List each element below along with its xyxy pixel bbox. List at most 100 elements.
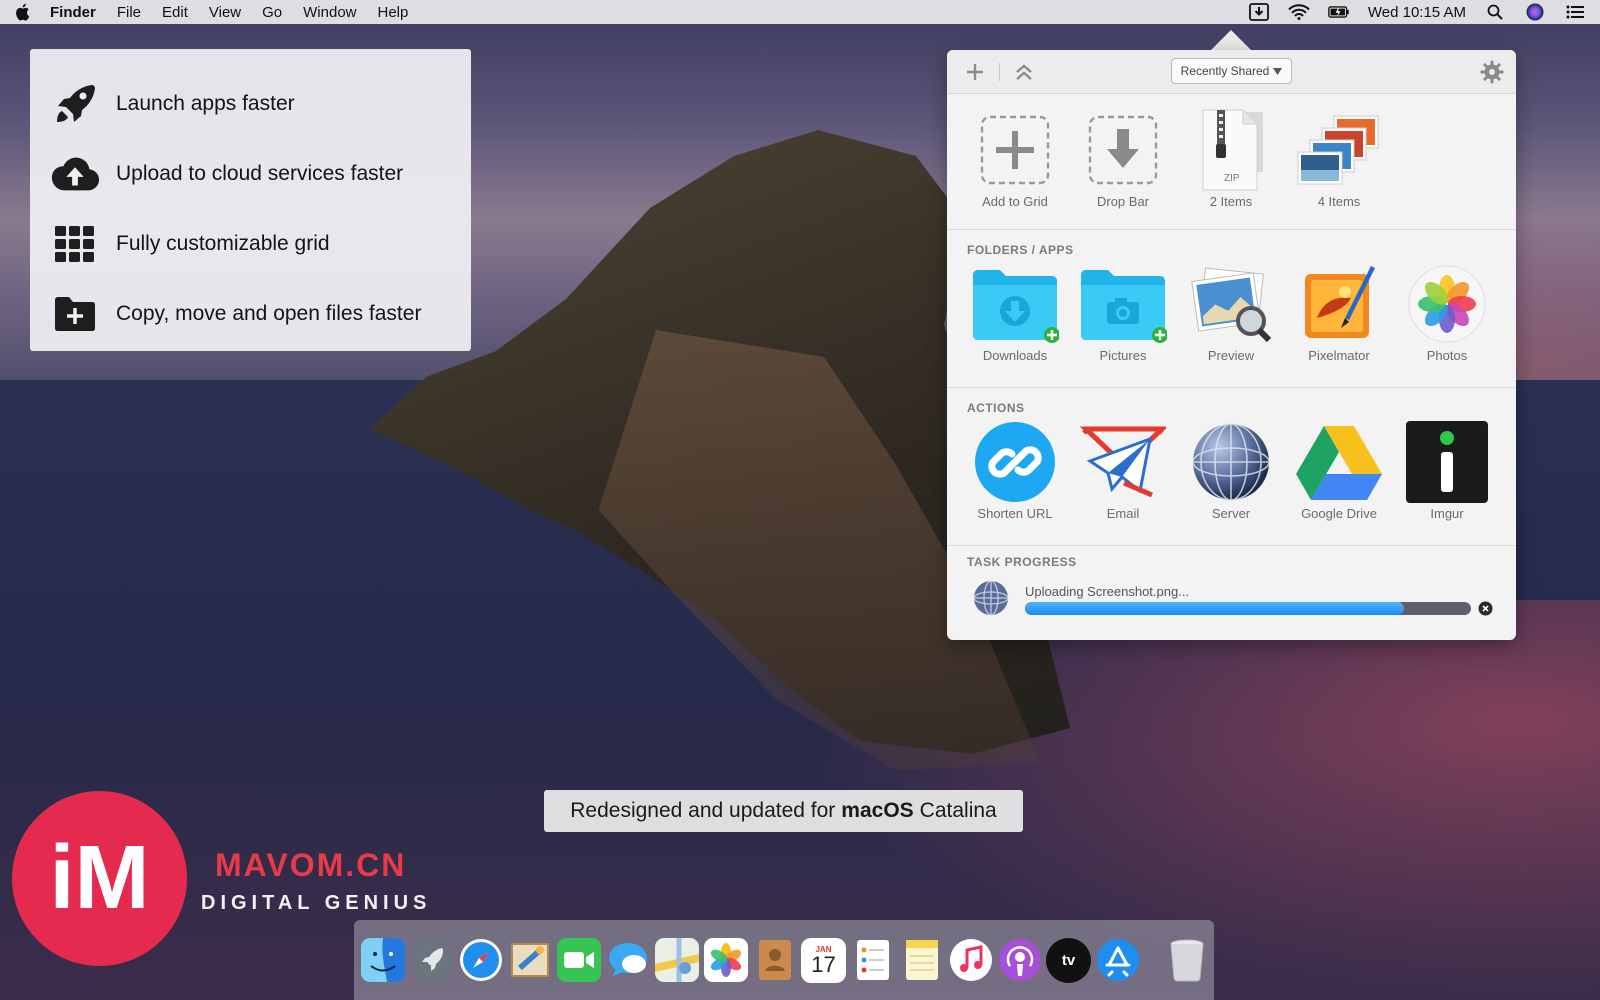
photos-app[interactable]: Photos [1393,262,1501,363]
notes-dock-icon[interactable] [899,938,944,983]
cell-label: Shorten URL [977,506,1053,521]
downloads-folder[interactable]: Downloads [961,262,1069,363]
features-card: Launch apps faster Upload to cloud servi… [30,49,471,351]
maps-dock-icon[interactable] [654,938,699,983]
drop-bar-button[interactable]: Drop Bar [1069,108,1177,209]
menu-bar: Finder File Edit View Go Window Help Wed… [0,0,1600,24]
calendar-day: 17 [811,951,836,977]
messages-dock-icon[interactable] [605,938,650,983]
launchpad-dock-icon[interactable] [409,938,454,983]
top-row-section: Add to Grid Drop Bar ZIP 2 Items 4 Items [947,94,1516,230]
google-drive-action[interactable]: Google Drive [1285,420,1393,521]
podcasts-dock-icon[interactable] [997,938,1042,983]
menu-help[interactable]: Help [378,4,409,21]
menu-go[interactable]: Go [262,4,282,21]
progress-fill [1025,602,1405,615]
cell-label: Server [1211,506,1251,521]
pictures-folder-icon [1078,262,1168,346]
cell-label: 2 Items [1209,194,1253,209]
trash-dock-icon[interactable] [1164,938,1209,983]
apple-menu-icon[interactable] [14,3,32,21]
promo-caption: Redesigned and updated for macOS Catalin… [544,790,1023,832]
caption-prefix: Redesigned and updated for [570,799,836,822]
mail-dock-icon[interactable] [507,938,552,983]
panel-toolbar: Recently Shared [947,50,1516,94]
reminders-dock-icon[interactable] [850,938,895,983]
facetime-dock-icon[interactable] [556,938,601,983]
grid-icon [50,221,100,267]
watermark-logo: iM [12,791,187,966]
recently-shared-dropdown[interactable]: Recently Shared [1171,58,1292,84]
pixelmator-app-icon [1294,262,1384,346]
music-dock-icon[interactable] [948,938,993,983]
downloads-folder-icon [970,262,1060,346]
folders-apps-section: FOLDERS / APPS Downloads Pictures Previe… [947,230,1516,388]
cell-label: Pictures [1099,348,1147,363]
safari-dock-icon[interactable] [458,938,503,983]
section-title: FOLDERS / APPS [967,243,1074,257]
pictures-folder[interactable]: Pictures [1069,262,1177,363]
collapse-chevrons-icon[interactable] [1012,60,1036,84]
chevron-down-icon [1273,64,1283,78]
imgur-action[interactable]: Imgur [1393,420,1501,521]
caption-suffix: Catalina [919,799,997,822]
folder-plus-icon [50,291,100,337]
add-plus-icon[interactable] [963,60,987,84]
add-icon [970,108,1060,192]
cell-label: Add to Grid [982,194,1048,209]
feature-text: Copy, move and open files faster [116,302,422,325]
actions-section: ACTIONS Shorten URL Email Server Google … [947,388,1516,546]
menu-window[interactable]: Window [303,4,356,21]
finder-dock-icon[interactable] [360,938,405,983]
cell-label: Google Drive [1301,506,1377,521]
calendar-dock-icon[interactable]: JAN 17 [801,937,846,983]
contacts-dock-icon[interactable] [752,938,797,983]
zip-items-button[interactable]: ZIP 2 Items [1177,108,1285,209]
menu-app-name[interactable]: Finder [50,4,96,21]
tv-label: tv [1061,951,1076,969]
spotlight-search-icon[interactable] [1484,3,1506,21]
gear-icon[interactable] [1480,60,1504,84]
menu-edit[interactable]: Edit [162,4,188,21]
image-items-button[interactable]: 4 Items [1285,108,1393,209]
wifi-icon[interactable] [1288,3,1310,21]
menu-file[interactable]: File [117,4,141,21]
watermark-tagline: DIGITAL GENIUS [201,892,432,914]
watermark-logo-text: iM [49,828,150,928]
app-store-dock-icon[interactable] [1095,938,1140,983]
menu-clock[interactable]: Wed 10:15 AM [1368,4,1466,21]
photos-dock-icon[interactable] [703,938,748,983]
server-action[interactable]: Server [1177,420,1285,521]
feature-text: Launch apps faster [116,92,295,115]
preview-app-icon [1186,262,1276,346]
menu-view[interactable]: View [209,4,241,21]
server-globe-icon [1186,420,1276,504]
toolbar-divider [999,62,1000,81]
zip-file-icon: ZIP [1186,108,1276,192]
dock: JAN 17 tv [354,920,1214,1000]
pixelmator-app[interactable]: Pixelmator [1285,262,1393,363]
cell-label: Imgur [1430,506,1464,521]
feature-text: Upload to cloud services faster [116,162,404,185]
preview-app[interactable]: Preview [1177,262,1285,363]
dropzone-status-icon[interactable] [1248,3,1270,21]
feature-upload-cloud: Upload to cloud services faster [50,139,451,209]
watermark-site: MAVOM.CN [215,847,407,883]
dropdown-label: Recently Shared [1180,64,1270,78]
cloud-upload-icon [50,151,100,197]
cell-label: Drop Bar [1096,194,1150,209]
photos-app-icon [1402,262,1492,346]
email-action[interactable]: Email [1069,420,1177,521]
cell-label: Email [1106,506,1140,521]
battery-icon[interactable] [1328,3,1350,21]
google-drive-icon [1294,420,1384,504]
cancel-task-icon[interactable] [1478,601,1493,616]
add-to-grid-button[interactable]: Add to Grid [961,108,1069,209]
feature-launch-apps: Launch apps faster [50,69,451,139]
notification-center-icon[interactable] [1564,3,1586,21]
drop-bar-icon [1078,108,1168,192]
siri-icon[interactable] [1524,3,1546,21]
appletv-dock-icon[interactable]: tv [1046,937,1091,983]
cell-label: Pixelmator [1308,348,1370,363]
shorten-url-action[interactable]: Shorten URL [961,420,1069,521]
